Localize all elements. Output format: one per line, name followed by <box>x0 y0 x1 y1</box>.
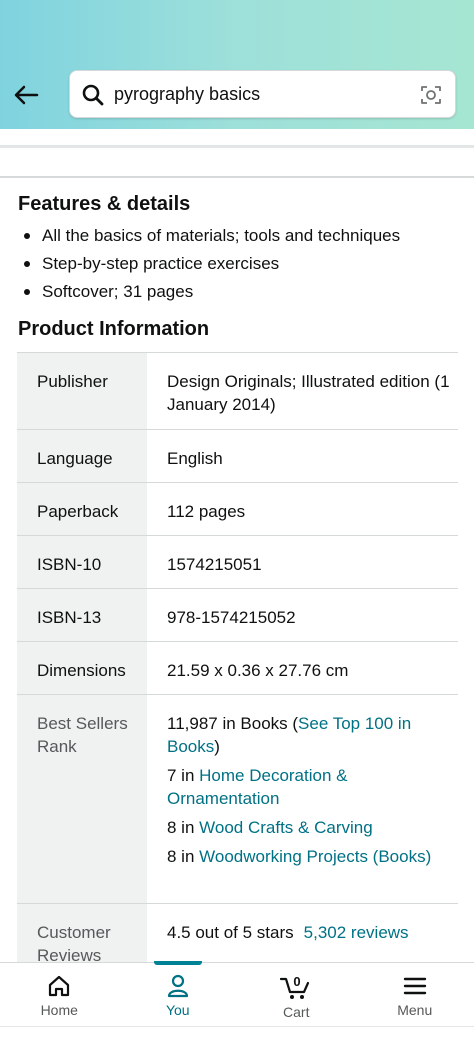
rank-line: 8 in Woodworking Projects (Books) <box>167 845 450 868</box>
row-value: 11,987 in Books (See Top 100 in Books) 7… <box>147 695 458 903</box>
nav-label: Home <box>40 1002 78 1018</box>
back-arrow-icon <box>14 85 39 105</box>
row-value: 21.59 x 0.36 x 27.76 cm <box>167 661 349 680</box>
nav-menu[interactable]: Menu <box>356 963 474 1026</box>
row-value: 112 pages <box>167 502 246 521</box>
list-item: Softcover; 31 pages <box>20 278 400 306</box>
bullet-icon <box>24 233 30 239</box>
feature-text: Softcover; 31 pages <box>42 282 194 301</box>
rank-line: 8 in Wood Crafts & Carving <box>167 816 450 839</box>
rank-line: 7 in Home Decoration & Ornamentation <box>167 764 450 810</box>
divider <box>0 145 474 148</box>
menu-icon <box>403 977 426 995</box>
row-key: Best Sellers Rank <box>17 695 147 903</box>
rank-text: 11,987 in Books ( <box>167 714 299 733</box>
row-value: English <box>167 449 223 468</box>
rank-text: 8 in <box>167 847 200 866</box>
features-list: All the basics of materials; tools and t… <box>20 222 400 306</box>
row-key: Publisher <box>17 353 147 429</box>
bullet-icon <box>24 289 30 295</box>
row-key: Dimensions <box>17 642 147 694</box>
cart-icon: 0 <box>280 974 310 999</box>
table-row: Paperback 112 pages <box>17 483 458 536</box>
home-icon <box>49 975 70 997</box>
product-info-title: Product Information <box>18 318 210 340</box>
table-row-best-sellers: Best Sellers Rank 11,987 in Books (See T… <box>17 695 458 904</box>
rank-text: 7 in <box>167 766 200 785</box>
rating-text: 4.5 out of 5 stars <box>167 923 294 942</box>
row-value: Design Originals; Illustrated edition (1… <box>167 372 450 414</box>
table-row: ISBN-10 1574215051 <box>17 536 458 589</box>
wood-crafts-link[interactable]: Wood Crafts & Carving <box>199 818 373 837</box>
row-key: Paperback <box>17 483 147 535</box>
row-value: 1574215051 <box>167 555 262 574</box>
nav-label: Menu <box>397 1002 433 1018</box>
table-row: Publisher Design Originals; Illustrated … <box>17 353 458 430</box>
nav-cart[interactable]: 0 Cart <box>237 963 356 1026</box>
feature-text: All the basics of materials; tools and t… <box>42 226 401 245</box>
back-button[interactable] <box>10 80 42 110</box>
table-row: Dimensions 21.59 x 0.36 x 27.76 cm <box>17 642 458 695</box>
reviews-link[interactable]: 5,302 reviews <box>304 923 409 942</box>
feature-text: Step-by-step practice exercises <box>42 254 280 273</box>
nav-label: Cart <box>283 1004 310 1020</box>
row-value: 978-1574215052 <box>167 608 296 627</box>
review-label: reviews <box>350 923 409 942</box>
app-header: pyrography basics <box>0 0 474 129</box>
table-row: Language English <box>17 430 458 483</box>
rank-text: ) <box>214 737 220 756</box>
woodworking-projects-link[interactable]: Woodworking Projects (Books) <box>199 847 431 866</box>
active-indicator <box>153 961 202 965</box>
nav-you[interactable]: You <box>119 961 238 1026</box>
search-input[interactable]: pyrography basics <box>69 70 456 118</box>
person-icon <box>167 974 188 998</box>
bottom-nav: Home You 0 Cart Menu <box>0 961 474 1026</box>
features-title: Features & details <box>18 193 191 215</box>
nav-home[interactable]: Home <box>0 963 119 1026</box>
bullet-icon <box>24 261 30 267</box>
system-bar <box>0 1026 474 1053</box>
rank-text: 8 in <box>167 818 200 837</box>
product-info-table: Publisher Design Originals; Illustrated … <box>17 352 458 974</box>
table-row: ISBN-13 978-1574215052 <box>17 589 458 642</box>
list-item: All the basics of materials; tools and t… <box>20 222 400 250</box>
search-query: pyrography basics <box>114 84 261 104</box>
list-item: Step-by-step practice exercises <box>20 250 400 278</box>
camera-icon[interactable] <box>419 83 443 107</box>
nav-label: You <box>165 1002 190 1018</box>
row-key: Language <box>17 430 147 482</box>
rank-line: 11,987 in Books (See Top 100 in Books) <box>167 712 450 758</box>
cart-count: 0 <box>294 974 301 989</box>
divider <box>0 176 474 178</box>
search-icon <box>82 84 104 106</box>
review-count: 5,302 <box>303 923 347 942</box>
row-key: ISBN-10 <box>17 536 147 588</box>
row-key: ISBN-13 <box>17 589 147 641</box>
